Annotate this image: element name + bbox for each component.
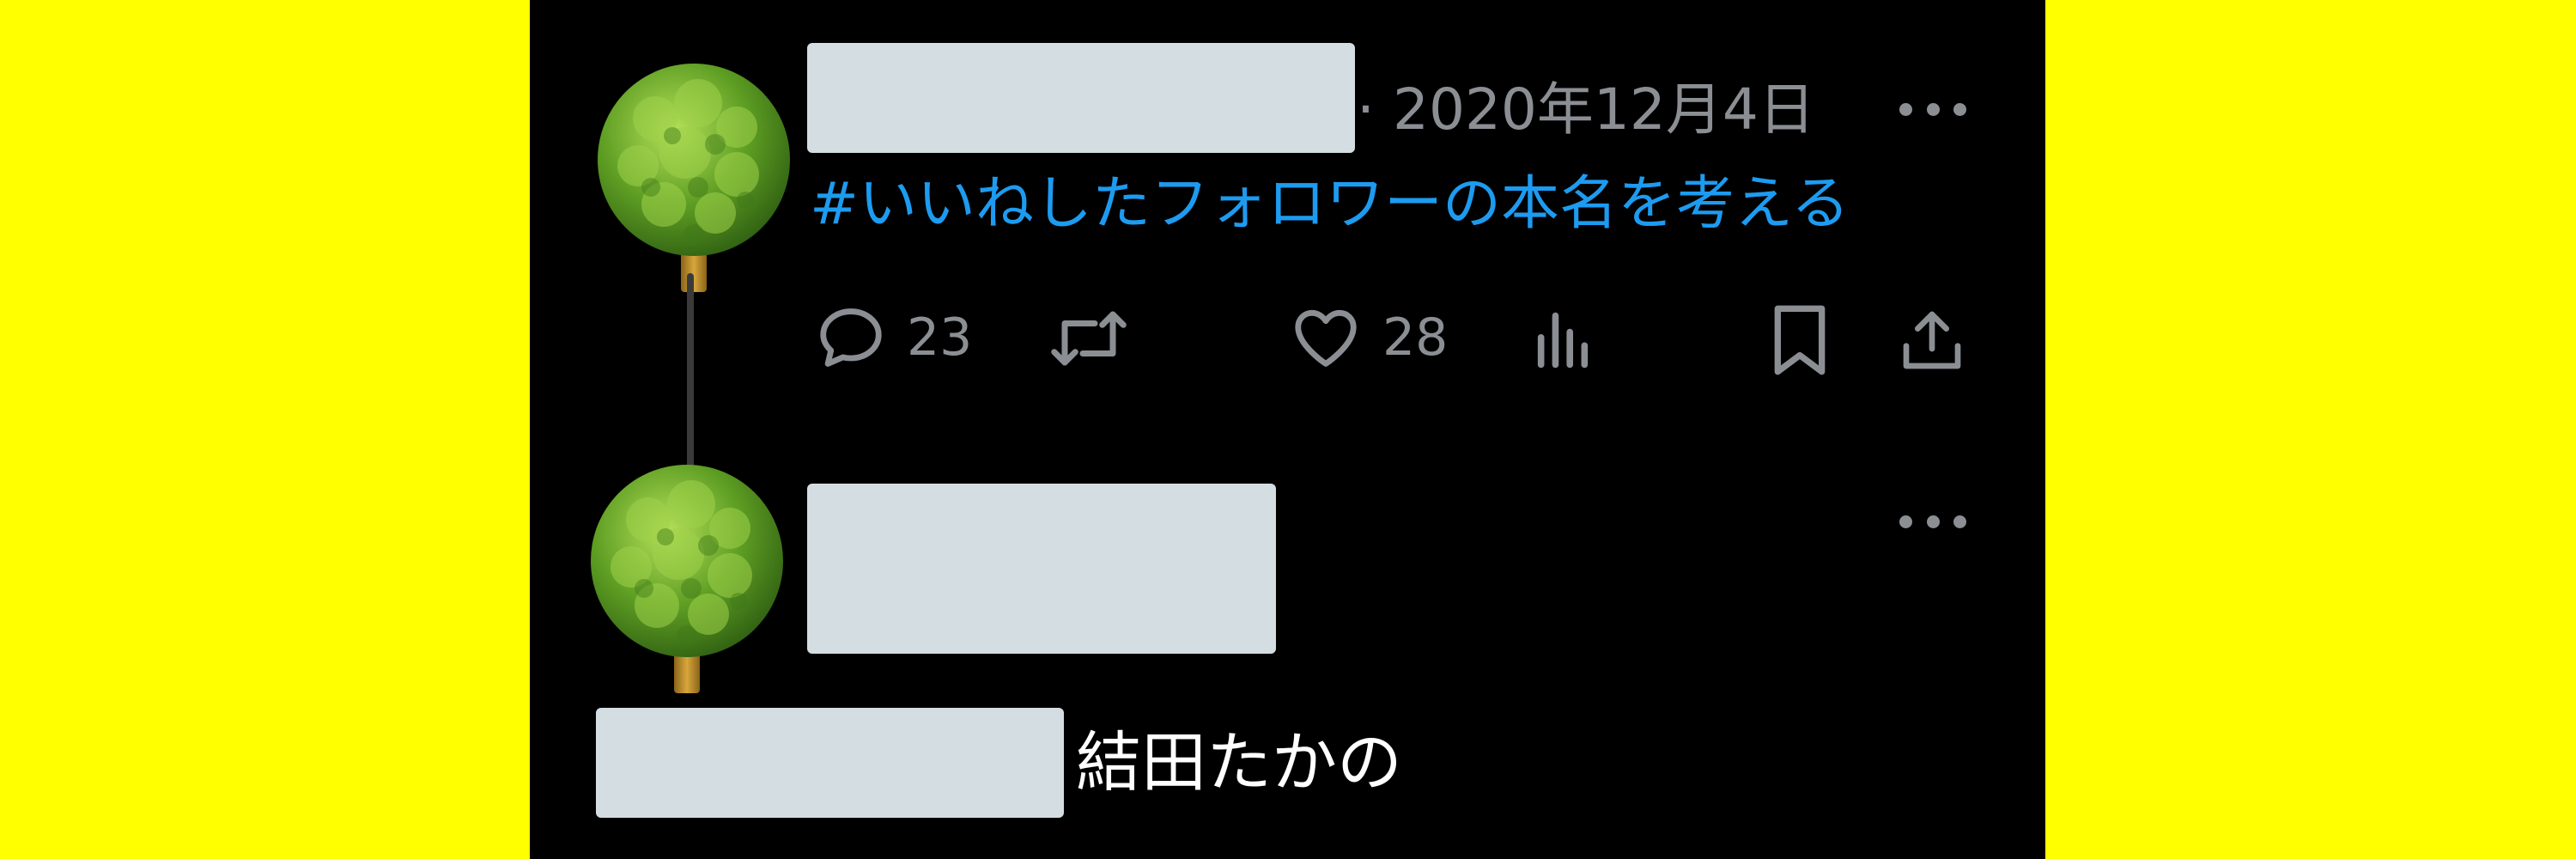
- tree-icon: [598, 64, 790, 292]
- redacted-display-name: [807, 43, 1355, 153]
- author-avatar[interactable]: [586, 58, 801, 295]
- views-button[interactable]: [1530, 308, 1595, 373]
- like-count: 28: [1382, 308, 1449, 368]
- like-button[interactable]: 28: [1288, 301, 1448, 375]
- more-icon: [1899, 515, 1966, 528]
- retweet-icon: [1051, 311, 1127, 366]
- reply-more-button[interactable]: [1899, 513, 1966, 530]
- bookmark-button[interactable]: [1767, 302, 1832, 378]
- reply-count: 23: [907, 308, 973, 368]
- retweet-button[interactable]: [1048, 302, 1130, 375]
- share-button[interactable]: [1898, 304, 1966, 376]
- tweet-date[interactable]: · 2020年12月4日: [1357, 76, 1815, 144]
- thread-connector-line: [687, 273, 694, 472]
- reply-button[interactable]: 23: [814, 301, 972, 375]
- reply-text-suffix: 結田たかの: [1076, 724, 1402, 801]
- share-icon: [1903, 311, 1961, 369]
- reply-author-avatar[interactable]: [580, 460, 794, 696]
- redacted-reply-header: [807, 484, 1276, 654]
- tweet-more-button[interactable]: [1899, 101, 1966, 118]
- redacted-reply-text: [596, 708, 1064, 818]
- bookmark-icon: [1774, 305, 1826, 375]
- hashtag-link[interactable]: #いいねしたフォロワーの本名を考える: [810, 168, 1850, 241]
- tree-icon: [591, 465, 783, 693]
- analytics-icon: [1537, 312, 1589, 369]
- heart-icon: [1295, 309, 1357, 367]
- more-icon: [1899, 102, 1966, 116]
- reply-icon: [820, 308, 882, 367]
